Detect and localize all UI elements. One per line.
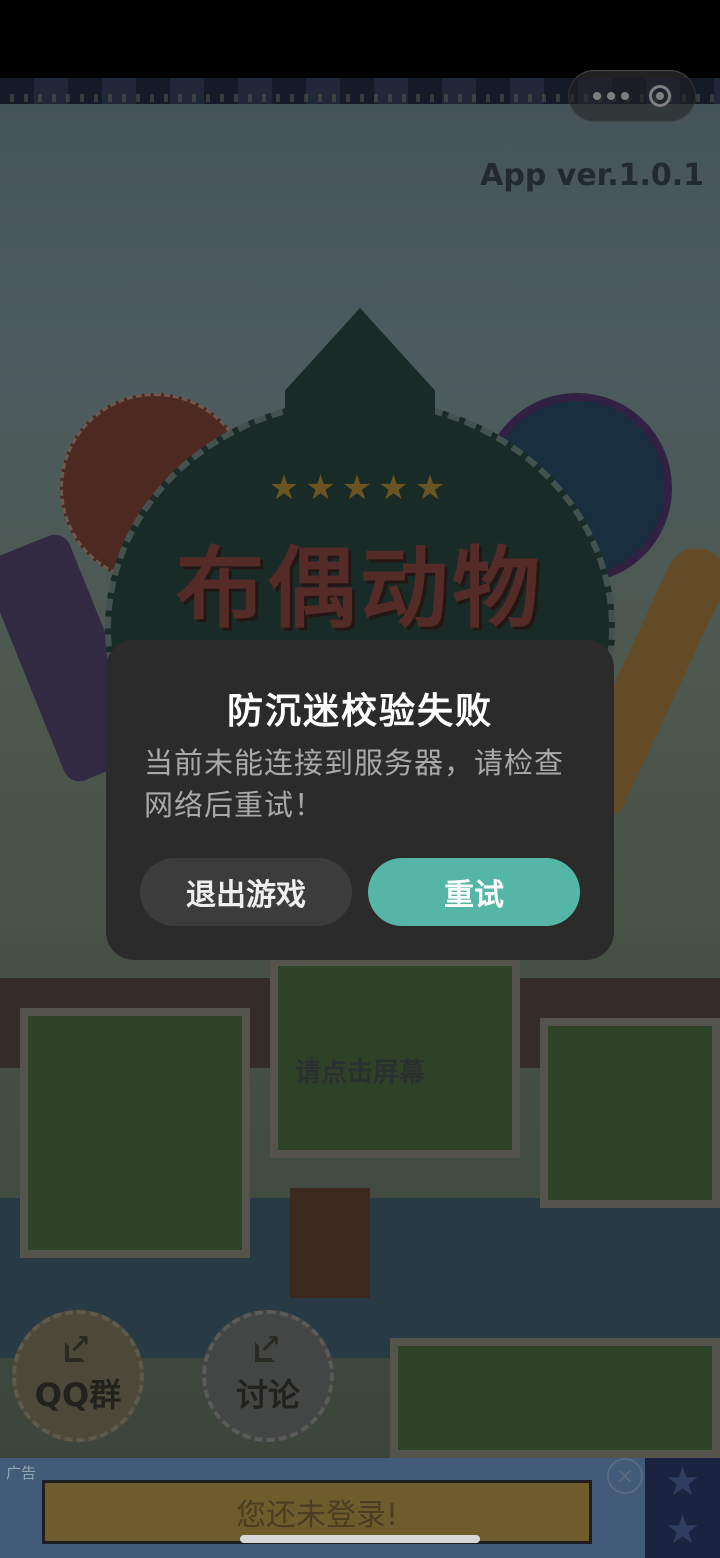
ad-close-icon[interactable]: × xyxy=(607,1458,643,1494)
ad-tag: 广告 xyxy=(6,1464,37,1482)
status-bar xyxy=(0,0,720,78)
ad-banner-area[interactable]: 广告 您还未登录! × ★ ★ xyxy=(0,1458,720,1558)
star-pattern-decoration: ★ ★ xyxy=(645,1458,720,1558)
exit-game-button[interactable]: 退出游戏 xyxy=(140,858,352,926)
home-indicator[interactable] xyxy=(240,1535,480,1543)
retry-button[interactable]: 重试 xyxy=(368,858,580,926)
dialog-title: 防沉迷校验失败 xyxy=(226,691,493,732)
ad-panel: 广告 您还未登录! × xyxy=(0,1458,645,1558)
anti-addiction-dialog: 防沉迷校验失败 当前未能连接到服务器，请检查网络后重试！ 退出游戏 重试 xyxy=(106,640,614,960)
dialog-message: 当前未能连接到服务器，请检查网络后重试！ xyxy=(144,746,565,822)
